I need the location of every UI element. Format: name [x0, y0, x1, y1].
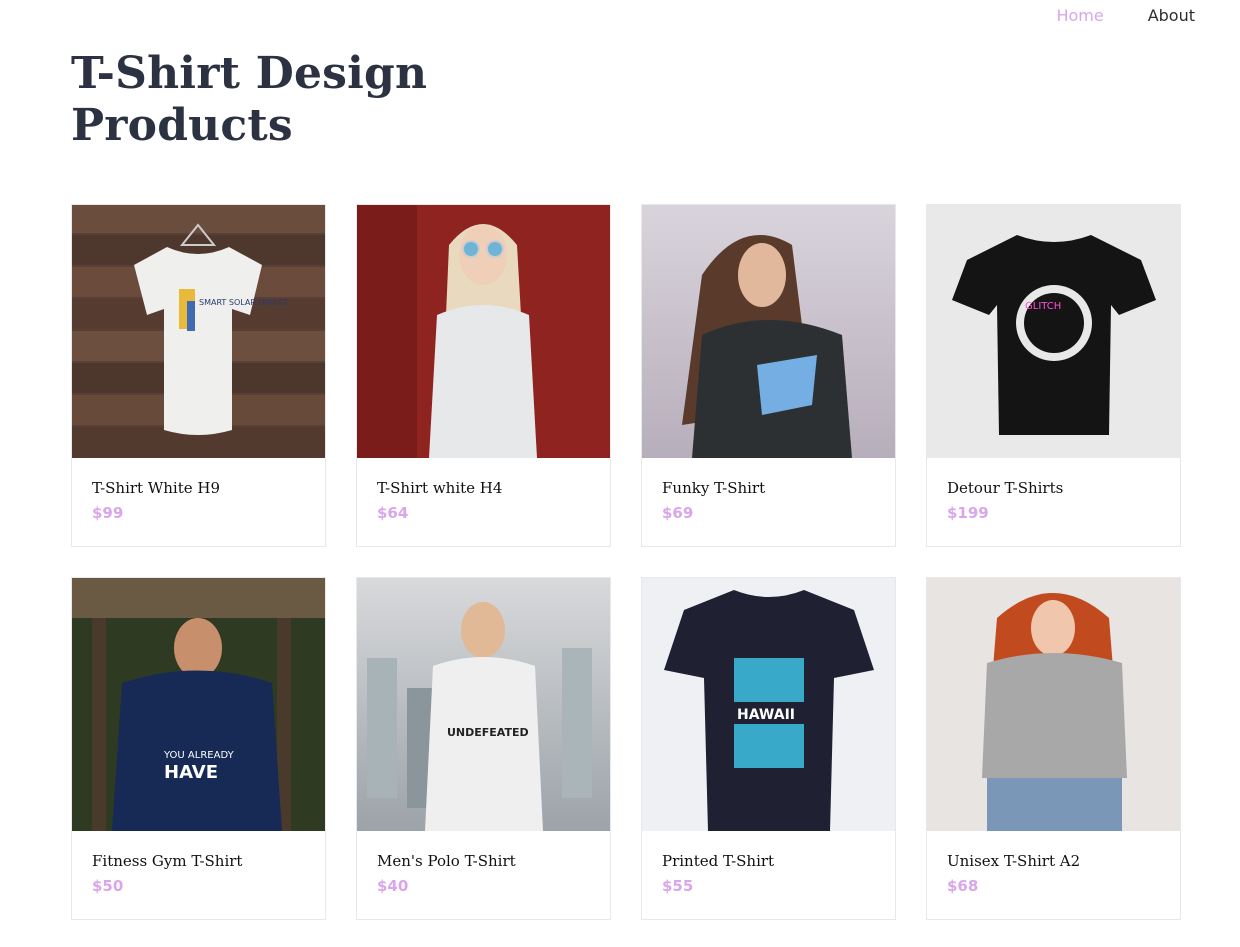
- product-price: $64: [377, 504, 409, 522]
- product-name: Unisex T-Shirt A2: [947, 852, 1081, 870]
- nav-link-about[interactable]: About: [1148, 6, 1195, 25]
- product-price: $99: [92, 504, 124, 522]
- product-card[interactable]: SMART SOLAR DIRECT T-Shirt White H9 $99: [71, 204, 326, 547]
- product-price: $50: [92, 877, 124, 895]
- tshirt-print-text: UNDEFEATED: [447, 726, 529, 739]
- product-name: Fitness Gym T-Shirt: [92, 852, 243, 870]
- nav-link-home[interactable]: Home: [1056, 6, 1103, 25]
- product-card[interactable]: T-Shirt white H4 $64: [356, 204, 611, 547]
- product-price: $55: [662, 877, 694, 895]
- product-image-man-in-navy-gym-tshirt: YOU ALREADY HAVE: [72, 578, 325, 831]
- top-nav: Home About: [1056, 6, 1195, 25]
- product-price: $68: [947, 877, 979, 895]
- product-name: Printed T-Shirt: [662, 852, 775, 870]
- product-name: T-Shirt White H9: [92, 479, 221, 497]
- product-card[interactable]: Unisex T-Shirt A2 $68: [926, 577, 1181, 920]
- product-image-woman-in-white-tshirt: [357, 205, 610, 458]
- product-image-white-tshirt-on-hanger: SMART SOLAR DIRECT: [72, 205, 325, 458]
- product-grid: SMART SOLAR DIRECT T-Shirt White H9 $99 …: [71, 204, 1181, 920]
- product-card[interactable]: UNDEFEATED Men's Polo T-Shirt $40: [356, 577, 611, 920]
- product-name: Detour T-Shirts: [947, 479, 1064, 497]
- product-name: Funky T-Shirt: [662, 479, 766, 497]
- product-card[interactable]: GLITCH Detour T-Shirts $199: [926, 204, 1181, 547]
- product-price: $40: [377, 877, 409, 895]
- product-price: $199: [947, 504, 989, 522]
- tshirt-print-text: YOU ALREADY: [163, 750, 235, 761]
- product-image-black-glitch-tshirt: GLITCH: [927, 205, 1180, 458]
- product-card[interactable]: YOU ALREADY HAVE Fitness Gym T-Shirt $50: [71, 577, 326, 920]
- product-name: T-Shirt white H4: [377, 479, 503, 497]
- product-image-man-in-white-undefeated-tshirt: UNDEFEATED: [357, 578, 610, 831]
- product-card[interactable]: HAWAII Printed T-Shirt $55: [641, 577, 896, 920]
- tshirt-print-text: HAVE: [164, 762, 218, 783]
- product-price: $69: [662, 504, 694, 522]
- tshirt-print-text: HAWAII: [737, 707, 795, 723]
- page-title: T-Shirt Design Products: [71, 48, 428, 151]
- product-image-woman-in-dark-tshirt: [642, 205, 895, 458]
- tshirt-print-text: SMART SOLAR DIRECT: [199, 298, 288, 307]
- tshirt-print-text: GLITCH: [1025, 301, 1061, 312]
- product-card[interactable]: Funky T-Shirt $69: [641, 204, 896, 547]
- product-name: Men's Polo T-Shirt: [377, 852, 516, 870]
- product-image-woman-in-grey-tshirt: [927, 578, 1180, 831]
- product-image-navy-hawaii-tshirt: HAWAII: [642, 578, 895, 831]
